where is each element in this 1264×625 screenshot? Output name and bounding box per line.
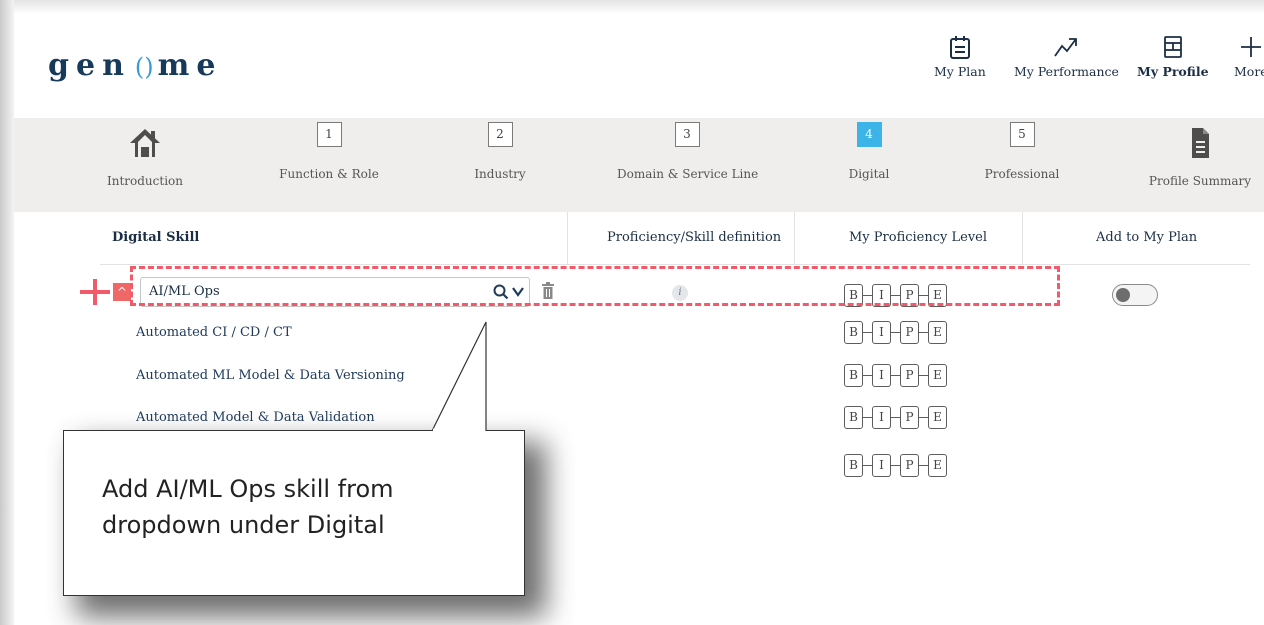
app-window: gen() me My Plan My Performance My Profil… bbox=[0, 0, 1264, 625]
callout-pointer bbox=[431, 321, 487, 432]
